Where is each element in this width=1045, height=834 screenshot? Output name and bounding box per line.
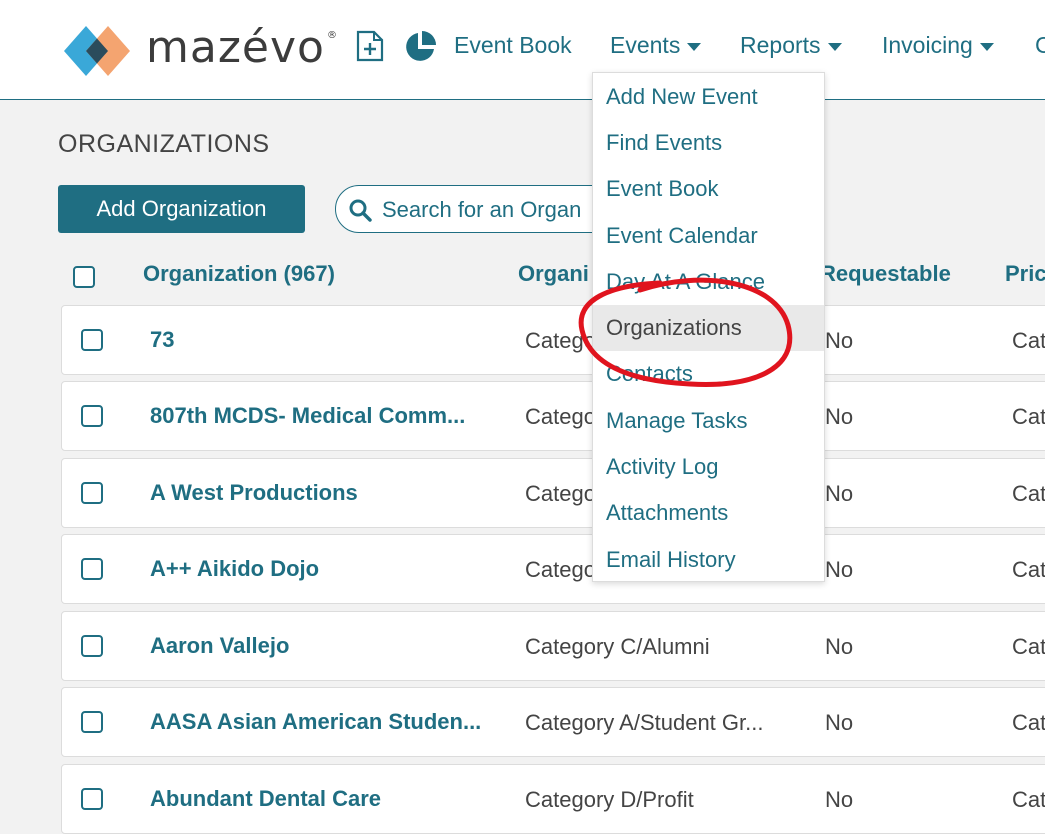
nav-overflow-label: C — [1035, 32, 1045, 58]
table-row: A++ Aikido Dojo Catego No Cat — [61, 534, 1045, 604]
row-checkbox[interactable] — [81, 329, 103, 351]
row-checkbox[interactable] — [81, 635, 103, 657]
nav-event-book[interactable]: Event Book — [454, 32, 572, 59]
nav-invoicing-label: Invoicing — [882, 32, 973, 58]
logo-text: mazévo — [146, 22, 325, 73]
organization-name-link[interactable]: AASA Asian American Studen... — [150, 709, 481, 735]
organization-category: Catego — [525, 328, 596, 353]
organization-name-link[interactable]: A++ Aikido Dojo — [150, 556, 319, 582]
organization-name-link[interactable]: 73 — [150, 327, 174, 353]
top-navigation-bar: mazévo ® Event Book Events Reports Invoic… — [0, 0, 1045, 100]
organization-category: Catego — [525, 557, 596, 582]
requestable-value: No — [825, 404, 854, 429]
page-title: ORGANIZATIONS — [58, 130, 270, 158]
priority-value: Cat — [1012, 634, 1045, 659]
organization-name-link[interactable]: Aaron Vallejo — [150, 633, 289, 659]
priority-value: Cat — [1012, 787, 1045, 812]
table-row: A West Productions Catego No Cat — [61, 458, 1045, 528]
organization-name-link[interactable]: Abundant Dental Care — [150, 786, 381, 812]
requestable-value: No — [825, 481, 854, 506]
chevron-down-icon — [687, 42, 702, 51]
menu-item-event-calendar[interactable]: Event Calendar — [593, 213, 824, 259]
menu-item-contacts[interactable]: Contacts — [593, 351, 824, 397]
column-header-priority[interactable]: Pric — [1005, 261, 1045, 287]
requestable-value: No — [825, 634, 854, 659]
requestable-value: No — [825, 710, 854, 735]
organization-category: Category D/Profit — [525, 787, 694, 812]
menu-item-activity-log[interactable]: Activity Log — [593, 444, 824, 490]
nav-events[interactable]: Events — [610, 32, 702, 59]
mazevo-logo-icon — [64, 26, 130, 76]
events-dropdown-menu: Add New Event Find Events Event Book Eve… — [592, 72, 825, 582]
chevron-down-icon — [827, 42, 842, 51]
chevron-down-icon — [979, 42, 994, 51]
organization-name-link[interactable]: A West Productions — [150, 480, 358, 506]
menu-item-day-at-a-glance[interactable]: Day At A Glance — [593, 259, 824, 305]
priority-value: Cat — [1012, 557, 1045, 582]
menu-item-manage-tasks[interactable]: Manage Tasks — [593, 398, 824, 444]
menu-item-event-book[interactable]: Event Book — [593, 166, 824, 212]
select-all-checkbox[interactable] — [73, 266, 95, 288]
table-row: Abundant Dental Care Category D/Profit N… — [61, 764, 1045, 834]
search-input[interactable]: Search for an Organ — [335, 185, 635, 233]
menu-item-email-history[interactable]: Email History — [593, 537, 824, 583]
logo-wordmark: mazévo ® — [146, 22, 338, 73]
row-checkbox[interactable] — [81, 405, 103, 427]
row-checkbox[interactable] — [81, 788, 103, 810]
table-row: AASA Asian American Studen... Category A… — [61, 687, 1045, 757]
organization-category: Category C/Alumni — [525, 634, 710, 659]
requestable-value: No — [825, 557, 854, 582]
new-document-icon[interactable] — [356, 30, 384, 62]
row-checkbox[interactable] — [81, 482, 103, 504]
pie-chart-icon[interactable] — [403, 30, 437, 64]
row-checkbox[interactable] — [81, 558, 103, 580]
organization-category: Catego — [525, 481, 596, 506]
table-row: Aaron Vallejo Category C/Alumni No Cat — [61, 611, 1045, 681]
menu-item-attachments[interactable]: Attachments — [593, 490, 824, 536]
search-placeholder: Search for an Organ — [382, 197, 582, 222]
priority-value: Cat — [1012, 710, 1045, 735]
requestable-value: No — [825, 787, 854, 812]
table-row: 73 Catego No Cat — [61, 305, 1045, 375]
nav-event-book-label: Event Book — [454, 32, 572, 58]
priority-value: Cat — [1012, 481, 1045, 506]
nav-reports-label: Reports — [740, 32, 821, 58]
organization-name-link[interactable]: 807th MCDS- Medical Comm... — [150, 403, 465, 429]
menu-item-find-events[interactable]: Find Events — [593, 120, 824, 166]
menu-item-organizations[interactable]: Organizations — [593, 305, 824, 351]
nav-invoicing[interactable]: Invoicing — [882, 32, 994, 59]
menu-item-add-new-event[interactable]: Add New Event — [593, 74, 824, 120]
nav-reports[interactable]: Reports — [740, 32, 842, 59]
priority-value: Cat — [1012, 404, 1045, 429]
nav-overflow[interactable]: C — [1035, 32, 1045, 59]
organization-category: Catego — [525, 404, 596, 429]
column-header-type[interactable]: Organi — [518, 261, 589, 287]
nav-events-label: Events — [610, 32, 681, 58]
add-organization-button[interactable]: Add Organization — [58, 185, 305, 233]
row-checkbox[interactable] — [81, 711, 103, 733]
organization-category: Category A/Student Gr... — [525, 710, 764, 735]
table-row: 807th MCDS- Medical Comm... Catego No Ca… — [61, 381, 1045, 451]
requestable-value: No — [825, 328, 854, 353]
registered-mark: ® — [326, 30, 338, 41]
priority-value: Cat — [1012, 328, 1045, 353]
search-icon — [349, 199, 372, 222]
column-header-organization[interactable]: Organization (967) — [143, 261, 335, 287]
column-header-requestable[interactable]: Requestable — [820, 261, 951, 287]
